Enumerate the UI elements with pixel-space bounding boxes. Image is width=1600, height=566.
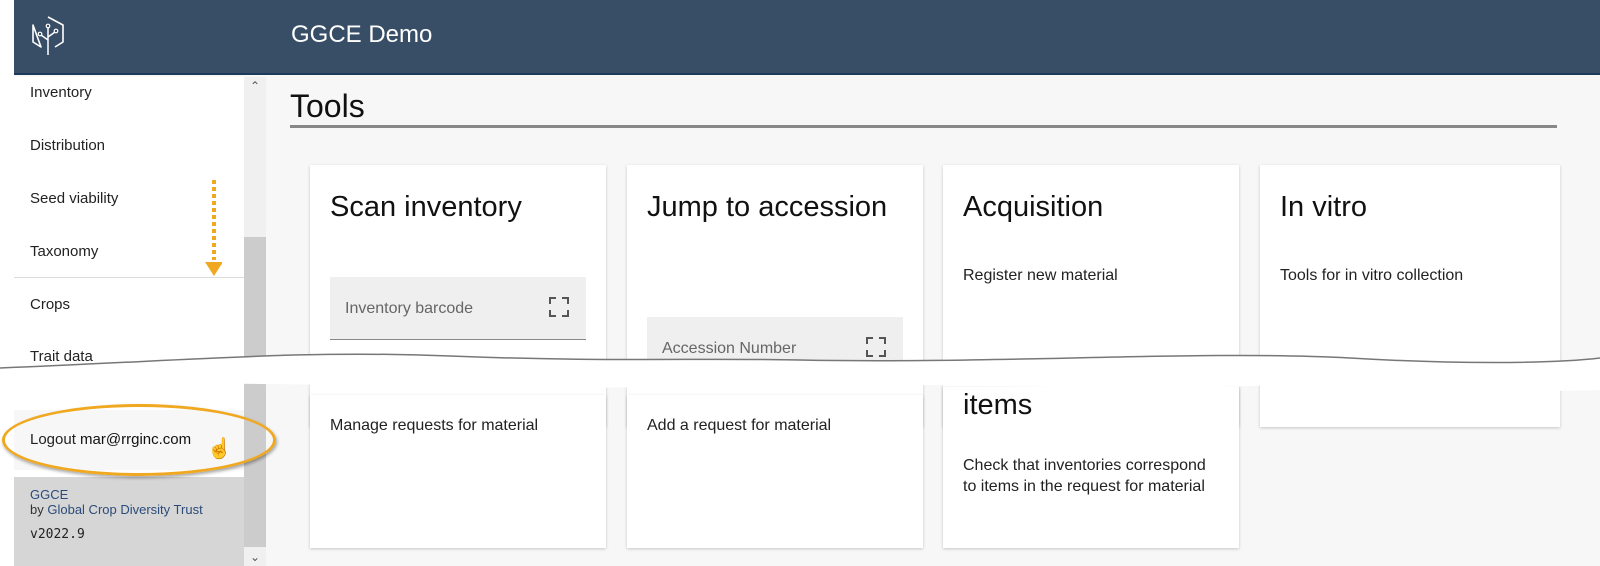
scan-icon[interactable] — [548, 296, 570, 318]
field-placeholder: Accession Number — [662, 340, 797, 357]
tree-hexagon-logo-icon[interactable] — [30, 15, 66, 57]
card-add-request[interactable]: Add a request for material — [627, 395, 923, 548]
footer-org-link[interactable]: Global Crop Diversity Trust — [47, 502, 202, 517]
accession-number-input[interactable]: Accession Number — [647, 317, 903, 377]
inventory-barcode-input[interactable]: Inventory barcode — [330, 277, 586, 340]
card-title-fragment: items — [963, 389, 1033, 421]
scroll-down-hint-arrow-icon — [205, 180, 222, 276]
card-jump-to-accession[interactable]: Jump to accession Accession Number — [627, 165, 923, 427]
app-window: GGCE Demo Inventory Distribution Seed vi… — [14, 0, 1600, 566]
title-divider — [290, 125, 1557, 128]
main-content: Tools Scan inventory Inventory barcode J… — [290, 77, 1600, 566]
sidebar-footer: GGCE by Global Crop Diversity Trust v202… — [14, 477, 244, 566]
top-bar: GGCE Demo — [14, 0, 1600, 75]
by-text: by — [30, 502, 44, 517]
card-manage-requests[interactable]: Manage requests for material — [310, 395, 606, 548]
card-description: Tools for in vitro collection — [1280, 267, 1464, 284]
chevron-down-icon[interactable]: ⌄ — [244, 548, 266, 566]
field-placeholder: Inventory barcode — [345, 300, 474, 317]
card-description: Add a request for material — [647, 417, 832, 434]
footer-by-line: by Global Crop Diversity Trust — [30, 502, 203, 517]
sidebar-item-inventory[interactable]: Inventory — [14, 67, 244, 119]
scroll-thumb[interactable] — [244, 237, 266, 547]
scan-icon[interactable] — [865, 336, 887, 358]
card-title: Acquisition — [963, 191, 1104, 223]
sidebar-scrollbar[interactable]: ⌃ ⌄ — [244, 77, 266, 566]
card-title: Scan inventory — [330, 191, 522, 223]
card-description: Check that inventories correspond to ite… — [963, 457, 1206, 495]
card-in-vitro[interactable]: In vitro Tools for in vitro collection — [1260, 165, 1560, 427]
card-title: Jump to accession — [647, 191, 888, 223]
card-title: In vitro — [1280, 191, 1368, 223]
sidebar-item-distribution[interactable]: Distribution — [14, 120, 244, 172]
logout-label: Logout — [30, 431, 81, 448]
hand-pointer-cursor-icon: ☝ — [207, 438, 232, 460]
card-check-items[interactable]: items Check that inventories correspond … — [943, 387, 1239, 548]
app-version: v2022.9 — [30, 527, 85, 542]
sidebar-item-crops[interactable]: Crops — [14, 279, 244, 331]
user-email: mar@rrginc.com — [80, 431, 192, 448]
card-scan-inventory[interactable]: Scan inventory Inventory barcode — [310, 165, 606, 427]
card-description: Register new material — [963, 267, 1118, 284]
chevron-up-icon[interactable]: ⌃ — [244, 77, 266, 95]
card-description: Manage requests for material — [330, 417, 539, 434]
app-title: GGCE Demo — [291, 21, 433, 48]
sidebar-item-trait-data[interactable]: Trait data — [14, 331, 244, 383]
footer-brand-link[interactable]: GGCE — [30, 487, 244, 502]
page-title: Tools — [290, 88, 365, 124]
